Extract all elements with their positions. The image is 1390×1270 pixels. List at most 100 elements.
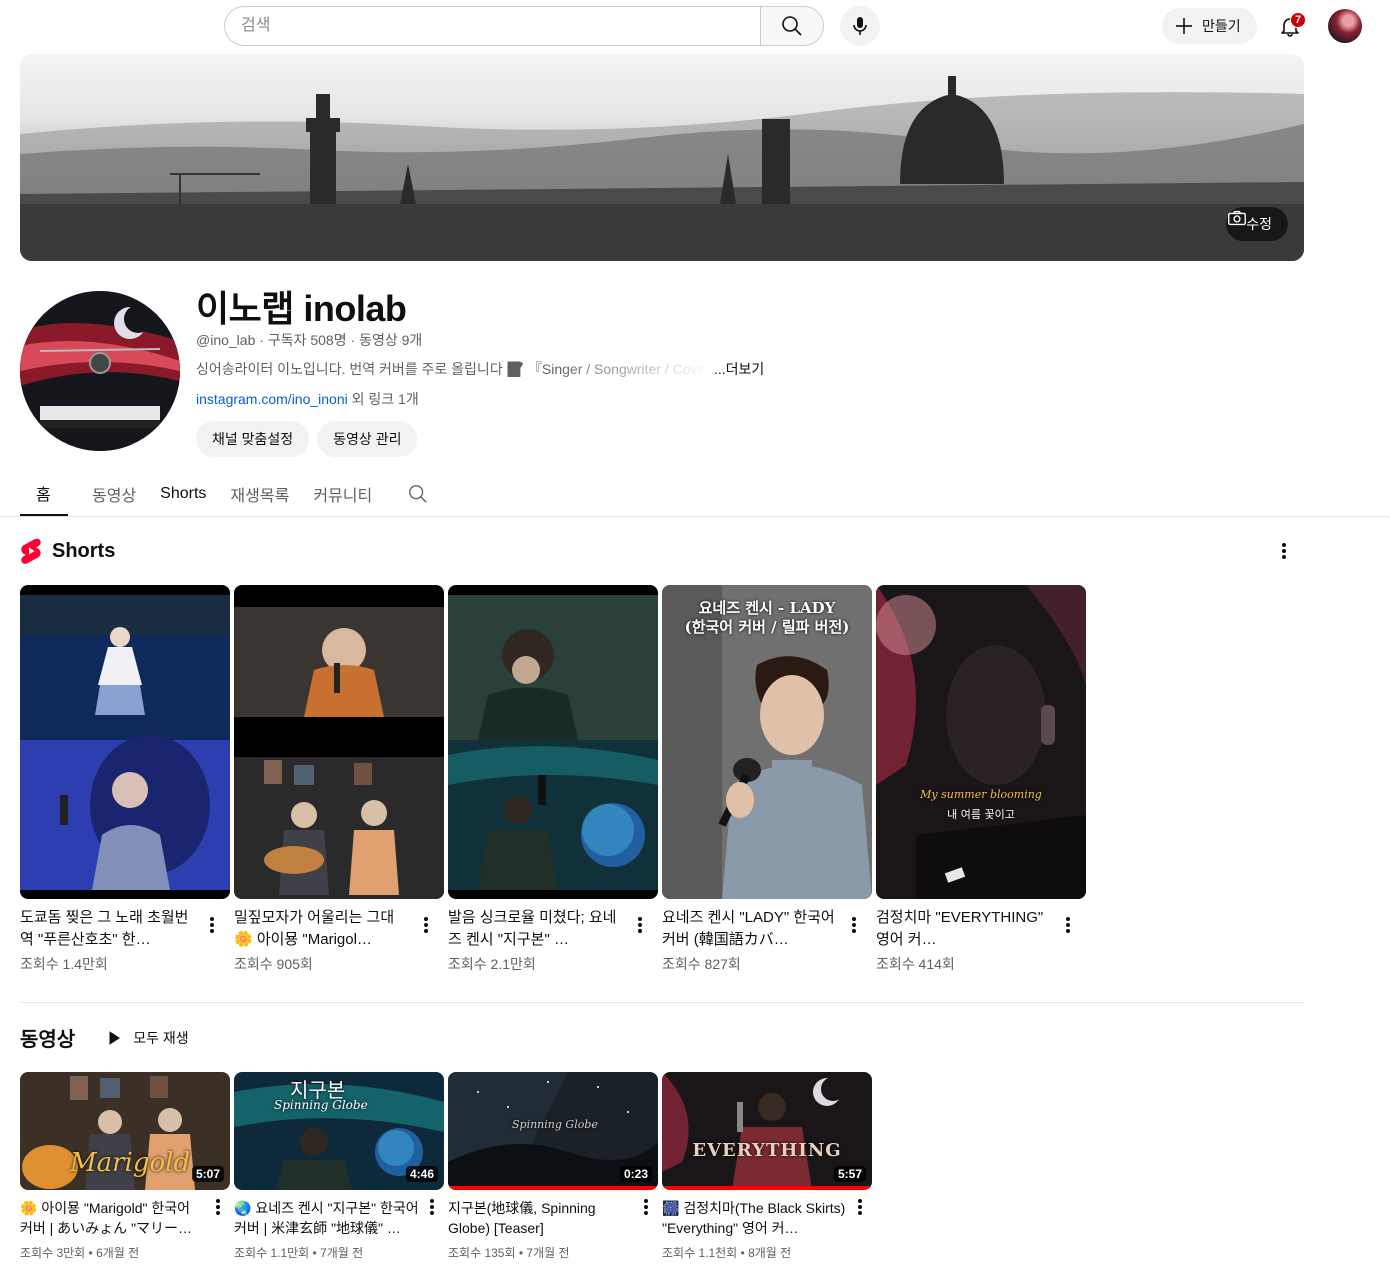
video-thumbnail[interactable]: EVERYTHING 5:57	[662, 1072, 872, 1190]
short-view-count: 조회수 2.1만회	[448, 956, 536, 972]
video-thumbnail[interactable]: 지구본 Spinning Globe 4:46	[234, 1072, 444, 1190]
tab-videos[interactable]: 동영상	[80, 472, 148, 516]
meta-separator: •	[737, 1246, 749, 1260]
video-item[interactable]: EVERYTHING 5:57 🎆 검정치마(The Black Skirts)…	[662, 1072, 872, 1261]
customize-channel-button[interactable]: 채널 맞춤설정	[196, 421, 310, 457]
short-thumbnail-image	[876, 585, 1086, 899]
video-age: 7개월 전	[320, 1246, 364, 1260]
microphone-icon	[853, 17, 867, 35]
channel-search-button[interactable]	[396, 472, 440, 516]
video-thumbnail-caption: Spinning Globe	[512, 1118, 598, 1131]
short-item[interactable]: 요네즈 켄시 - LADY (한국어 커버 / 릴파 버전) 요네즈 켄시 "L…	[662, 585, 872, 974]
short-menu-button[interactable]	[200, 913, 224, 937]
tab-home[interactable]: 홈	[20, 472, 68, 516]
channel-banner: 수정	[20, 54, 1304, 261]
video-title[interactable]: 🌏 요네즈 켄시 "지구본" 한국어 커버 | 米津玄師 "地球儀" …	[234, 1198, 420, 1238]
search-button[interactable]	[760, 6, 824, 46]
video-duration: 5:07	[191, 1166, 224, 1182]
meta-separator: ·	[346, 332, 360, 348]
video-thumbnail-caption: Spinning Globe	[274, 1098, 368, 1112]
more-vert-icon	[430, 1205, 434, 1209]
voice-search-button[interactable]	[840, 6, 880, 46]
short-thumbnail[interactable]: My summer blooming 내 여름 꽃이고	[876, 585, 1086, 899]
shorts-logo-icon	[21, 538, 41, 564]
video-item[interactable]: Spinning Globe 0:23 지구본(地球儀, Spinning Gl…	[448, 1072, 658, 1261]
play-all-button[interactable]: 모두 재생	[105, 1028, 189, 1048]
short-title[interactable]: 도쿄돔 찢은 그 노래 초월번역 "푸른산호초" 한…	[20, 907, 200, 951]
more-vert-icon	[216, 1205, 220, 1209]
short-view-count: 조회수 1.4만회	[20, 956, 108, 972]
video-thumbnail[interactable]: Marigold 5:07	[20, 1072, 230, 1190]
video-title[interactable]: 🌼 아이묭 "Marigold" 한국어 커버 | あいみょん "マリーゴ…	[20, 1198, 206, 1238]
video-item[interactable]: Marigold 5:07 🌼 아이묭 "Marigold" 한국어 커버 | …	[20, 1072, 230, 1261]
extra-links-label[interactable]: 외 링크 1개	[348, 391, 419, 407]
video-age: 6개월 전	[96, 1246, 140, 1260]
more-vert-icon	[852, 923, 856, 927]
more-vert-icon	[1066, 923, 1070, 927]
short-menu-button[interactable]	[628, 913, 652, 937]
plus-icon	[1176, 18, 1192, 34]
more-vert-icon	[644, 1205, 648, 1209]
short-item[interactable]: 발음 싱크로율 미쳤다; 요네즈 켄시 "지구본" … 조회수 2.1만회	[448, 585, 658, 974]
video-menu-button[interactable]	[634, 1195, 658, 1219]
meta-separator: ·	[255, 332, 268, 348]
short-item[interactable]: 밀짚모자가 어울리는 그대 🌼 아이묭 "Marigol… 조회수 905회	[234, 585, 444, 974]
short-thumbnail[interactable]: 요네즈 켄시 - LADY (한국어 커버 / 릴파 버전)	[662, 585, 872, 899]
short-title[interactable]: 밀짚모자가 어울리는 그대 🌼 아이묭 "Marigol…	[234, 907, 414, 951]
video-duration: 4:46	[405, 1166, 438, 1182]
tab-community[interactable]: 커뮤니티	[301, 472, 384, 516]
video-meta: 조회수 135회 • 7개월 전	[448, 1244, 658, 1261]
account-avatar[interactable]	[1328, 9, 1362, 43]
short-thumbnail[interactable]	[448, 585, 658, 899]
edit-banner-label: 수정	[1246, 216, 1272, 232]
video-menu-button[interactable]	[420, 1195, 444, 1219]
search-input[interactable]	[224, 6, 760, 46]
channel-links: instagram.com/ino_inoni 외 링크 1개	[196, 389, 419, 409]
create-button[interactable]: 만들기	[1162, 8, 1257, 44]
videos-section-header: 동영상 모두 재생	[20, 1023, 189, 1052]
edit-banner-button[interactable]: 수정	[1226, 207, 1288, 241]
video-item[interactable]: 지구본 Spinning Globe 4:46 🌏 요네즈 켄시 "지구본" 한…	[234, 1072, 444, 1261]
more-vert-icon	[1282, 549, 1286, 553]
short-menu-button[interactable]	[414, 913, 438, 937]
short-title[interactable]: 발음 싱크로율 미쳤다; 요네즈 켄시 "지구본" …	[448, 907, 628, 951]
meta-separator: •	[85, 1246, 97, 1260]
shorts-section-menu-button[interactable]	[1272, 539, 1296, 563]
short-title[interactable]: 검정치마 "EVERYTHING" 영어 커…	[876, 907, 1056, 951]
short-menu-button[interactable]	[1056, 913, 1080, 937]
short-thumbnail-caption: (한국어 커버 / 릴파 버전)	[684, 618, 850, 636]
notifications-button[interactable]: 7	[1270, 6, 1310, 46]
short-title[interactable]: 요네즈 켄시 "LADY" 한국어 커버 (韓国語カバ…	[662, 907, 842, 951]
shorts-section-header: Shorts	[20, 538, 115, 564]
channel-title: 이노랩 inolab	[196, 288, 407, 329]
short-item[interactable]: My summer blooming 내 여름 꽃이고 검정치마 "EVERYT…	[876, 585, 1086, 974]
channel-description[interactable]: 싱어송라이터 이노입니다. 번역 커버를 주로 올립니다 📝 『Singer /…	[196, 359, 764, 379]
tabs-divider	[0, 516, 1390, 517]
video-count: 동영상 9개	[359, 332, 423, 348]
tab-playlists[interactable]: 재생목록	[218, 472, 301, 516]
video-menu-button[interactable]	[206, 1195, 230, 1219]
channel-avatar[interactable]	[20, 291, 180, 451]
short-menu-button[interactable]	[842, 913, 866, 937]
short-thumbnail-caption: My summer blooming	[920, 788, 1042, 801]
short-view-count: 조회수 827회	[662, 956, 741, 972]
manage-videos-button[interactable]: 동영상 관리	[317, 421, 418, 457]
video-thumbnail[interactable]: Spinning Globe 0:23	[448, 1072, 658, 1190]
short-thumbnail[interactable]	[20, 585, 230, 899]
notification-count-badge: 7	[1290, 12, 1306, 28]
short-item[interactable]: 도쿄돔 찢은 그 노래 초월번역 "푸른산호초" 한… 조회수 1.4만회	[20, 585, 230, 974]
instagram-link[interactable]: instagram.com/ino_inoni	[196, 391, 348, 407]
video-view-count: 조회수 1.1만회	[234, 1246, 310, 1260]
channel-meta: @ino_lab · 구독자 508명 · 동영상 9개	[196, 330, 422, 350]
more-button[interactable]: ...더보기	[714, 359, 764, 379]
tab-shorts[interactable]: Shorts	[148, 472, 218, 516]
video-menu-button[interactable]	[848, 1195, 872, 1219]
video-title[interactable]: 지구본(地球儀, Spinning Globe) [Teaser]	[448, 1198, 634, 1238]
create-label: 만들기	[1202, 18, 1241, 34]
channel-handle: @ino_lab	[196, 332, 256, 348]
search-icon	[409, 485, 427, 503]
channel-tabs: 홈 동영상 Shorts 재생목록 커뮤니티	[20, 472, 440, 516]
video-age: 7개월 전	[526, 1246, 570, 1260]
short-thumbnail[interactable]	[234, 585, 444, 899]
video-title[interactable]: 🎆 검정치마(The Black Skirts) "Everything" 영어…	[662, 1198, 848, 1238]
